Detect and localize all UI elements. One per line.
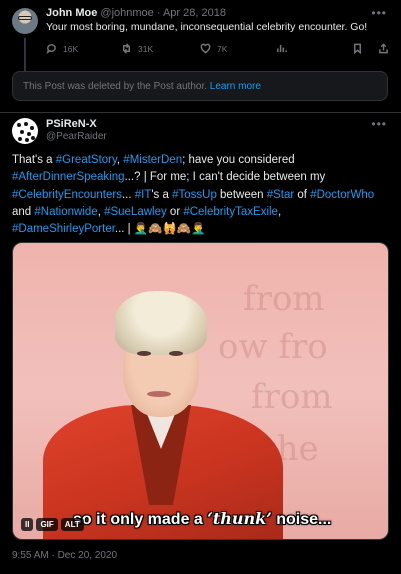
reply-count: 16K [63,43,79,54]
reply-icon [46,44,56,54]
avatar[interactable] [12,8,38,34]
hashtag-link[interactable]: #MisterDen [123,154,182,166]
tweet-text-segment: of [294,188,311,201]
hashtag-link[interactable]: #DoctorWho [310,189,374,201]
analytics-icon [277,44,287,53]
avatar[interactable] [12,118,38,144]
tweet-text-segment: between [216,188,267,201]
hashtag-link[interactable]: #TossUp [172,189,217,201]
tweet-timestamp[interactable]: 9:55 AM · Dec 20, 2020 [12,550,117,561]
hashtag-link[interactable]: #IT [135,189,152,201]
hashtag-link[interactable]: #CelebrityTaxExile [183,206,278,218]
heart-icon [200,43,211,54]
reply-button[interactable]: 16K [46,43,78,54]
background-sign-text: ow fro [218,327,328,367]
learn-more-link[interactable]: Learn more [210,81,261,92]
tweet-text-segment: and [12,205,35,218]
alt-badge[interactable]: ALT [60,518,84,531]
deleted-post-notice: This Post was deleted by the Post author… [12,71,388,101]
more-dots-icon[interactable]: ••• [371,117,387,131]
separator: · [156,7,161,19]
hashtag-link[interactable]: #DameShirleyPorter [12,223,115,235]
hashtag-link[interactable]: #Star [267,189,295,201]
tweet-text-segment: ...? | For me; I can't decide between my [124,171,326,184]
mouth [147,391,171,397]
tweet-text-segment: 's a [151,188,173,201]
tweet-text-segment: ... [121,188,135,201]
hashtag-link[interactable]: #CelebrityEncounters [12,189,122,201]
gif-media[interactable]: from ow fro from the so it only made a ‘… [12,242,389,540]
tweet-text: Your most boring, mundane, inconsequenti… [46,21,368,33]
parent-tweet[interactable]: John Moe @johnmoe · Apr 28, 2018 ••• You… [0,0,401,112]
eye [137,351,151,356]
display-name[interactable]: PSiReN-X [46,118,97,130]
tweet-text: That's a #GreatStory, #MisterDen; have y… [12,152,390,238]
eye [169,351,183,356]
hashtag-link[interactable]: #SueLawley [104,206,167,218]
background-sign-text: from [243,279,325,319]
hashtag-link[interactable]: #Nationwide [34,206,97,218]
gif-caption: so it only made a ‘thunk’ noise... [73,509,332,528]
more-dots-icon[interactable]: ••• [371,6,387,20]
like-button[interactable]: 7K [200,43,227,54]
retweet-count: 31K [138,43,154,54]
tweet-divider [0,112,401,113]
gif-badge: GIF [36,518,58,531]
share-icon [379,43,388,54]
retweet-button[interactable]: 31K [121,43,153,54]
tweet-text-segment: ; have you considered [182,154,295,166]
tweet-text-segment: , [277,205,282,218]
deleted-notice-text: This Post was deleted by the Post author… [23,81,207,92]
pause-button[interactable]: II [21,518,34,531]
background-sign-text: from [251,377,333,417]
hashtag-link[interactable]: #AfterDinnerSpeaking [12,171,125,183]
tweet-actions: 16K 31K 7K [46,43,388,57]
display-name[interactable]: John Moe [46,7,97,19]
tweet-text-segment: or [166,205,184,218]
tweet-header: John Moe @johnmoe · Apr 28, 2018 [46,7,226,19]
handle[interactable]: @johnmoe [100,7,153,19]
bookmark-icon [354,43,361,54]
tweet-text-segment: ... | 🤦‍♂️🙈🙀🙈🤦‍♂️ [114,223,206,236]
share-button[interactable] [378,43,389,54]
gif-controls: II GIF ALT [21,518,84,531]
hashtag-link[interactable]: #GreatStory [56,154,117,166]
handle[interactable]: @PearRaider [46,131,107,142]
retweet-icon [123,43,130,54]
tweet-text-segment: That's a [12,154,56,166]
person-hair [115,291,207,355]
tweet-date[interactable]: Apr 28, 2018 [163,7,226,19]
like-count: 7K [217,43,228,54]
bookmark-button[interactable] [352,43,363,54]
views-button[interactable] [276,43,287,54]
